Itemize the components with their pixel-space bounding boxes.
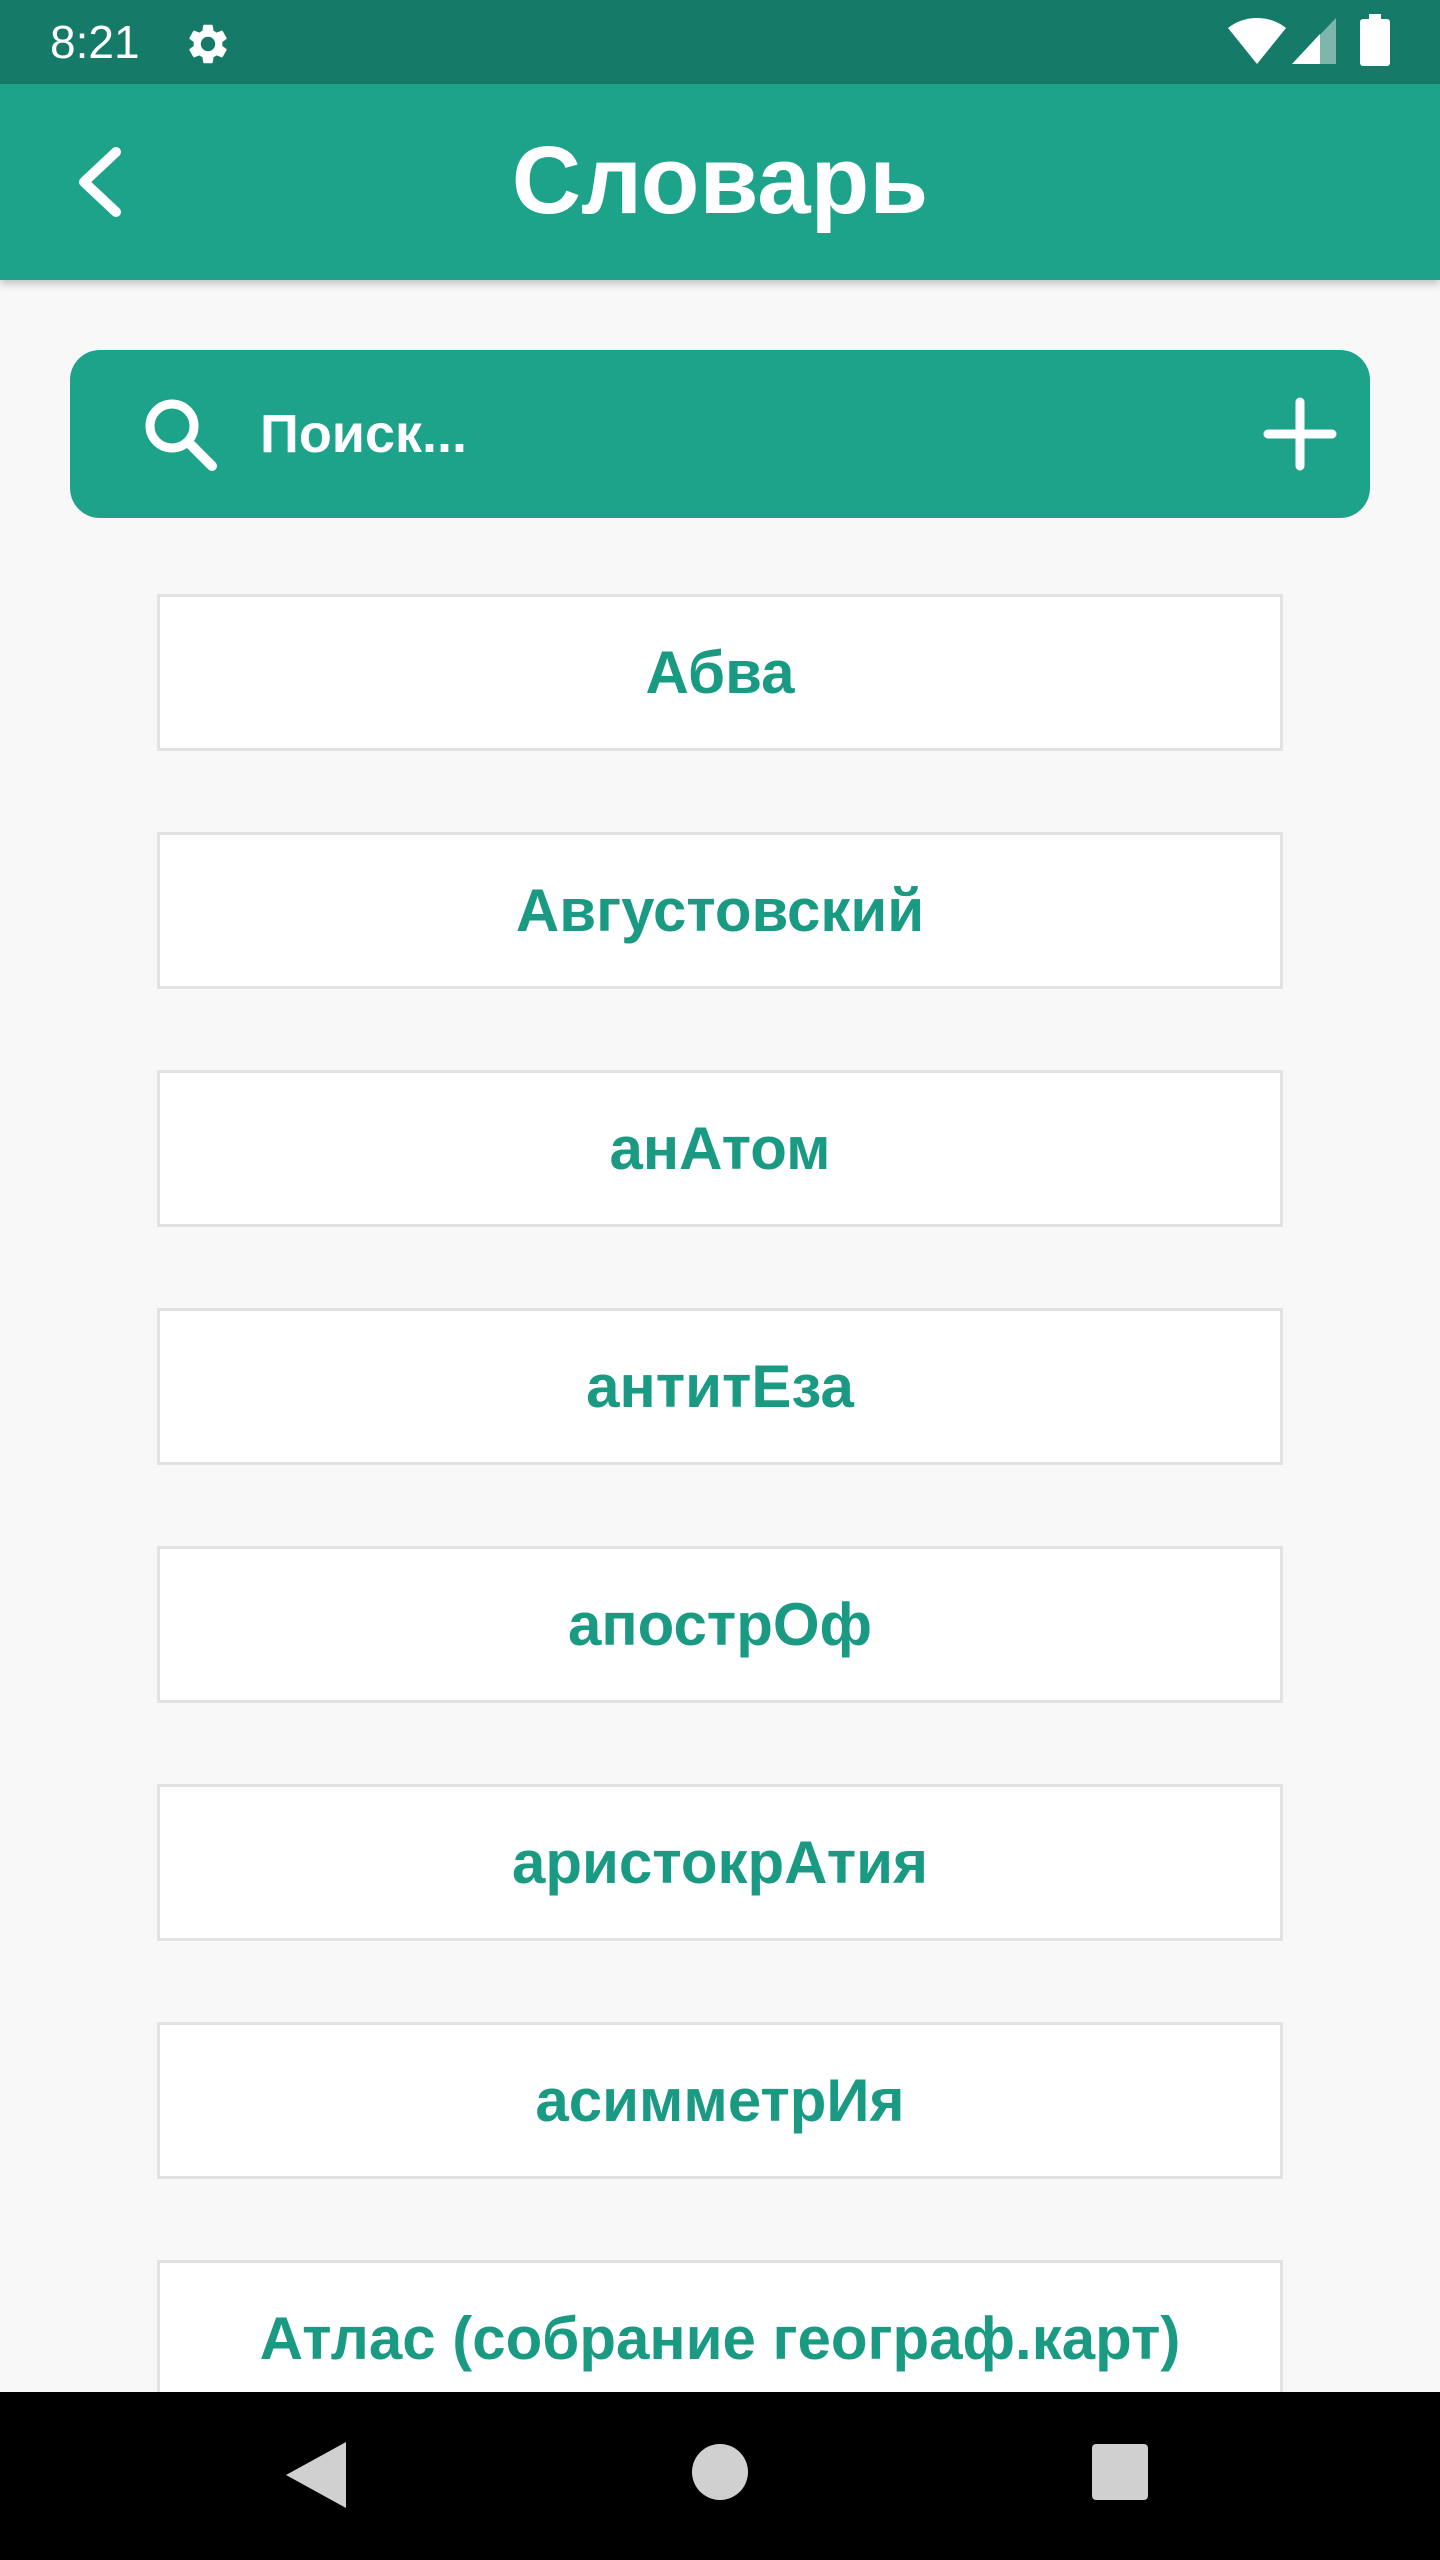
list-item[interactable]: асимметрИя	[157, 2022, 1283, 2179]
nav-recents-icon[interactable]	[1092, 2444, 1148, 2500]
battery-icon	[1360, 14, 1390, 66]
nav-back-icon[interactable]	[286, 2442, 346, 2508]
list-item[interactable]: апострОф	[157, 1546, 1283, 1703]
list-item[interactable]: Августовский	[157, 832, 1283, 989]
list-item[interactable]: антитЕза	[157, 1308, 1283, 1465]
search-bar	[70, 350, 1370, 518]
search-input[interactable]	[260, 390, 1160, 478]
word-label: апострОф	[567, 1591, 873, 1658]
word-label: Атлас (собрание географ.карт)	[259, 2305, 1181, 2372]
list-item[interactable]: Абва	[157, 594, 1283, 751]
status-time: 8:21	[50, 16, 140, 68]
gear-icon	[189, 24, 227, 64]
word-label: анАтом	[609, 1115, 831, 1182]
word-label: асимметрИя	[535, 2067, 905, 2134]
navigation-bar	[0, 2392, 1440, 2560]
nav-home-icon[interactable]	[692, 2444, 748, 2500]
app-bar: Словарь	[0, 84, 1440, 280]
word-label: Абва	[645, 639, 795, 706]
list-item[interactable]: аристокрАтия	[157, 1784, 1283, 1941]
search-icon	[145, 399, 217, 471]
list-item[interactable]: анАтом	[157, 1070, 1283, 1227]
word-label: аристокрАтия	[511, 1829, 928, 1896]
dictionary-screen: 8:21 Словарь Поиск... Абва Августовский …	[0, 0, 1440, 2560]
word-label: антитЕза	[586, 1353, 854, 1420]
wifi-icon	[1228, 18, 1286, 64]
page-title: Словарь	[511, 127, 929, 234]
status-bar: 8:21	[0, 0, 1440, 84]
word-label: Августовский	[515, 877, 925, 944]
plus-icon[interactable]	[1260, 394, 1340, 474]
signal-icon	[1292, 18, 1336, 64]
word-list: Абва Августовский анАтом антитЕза апостр…	[157, 594, 1283, 2498]
